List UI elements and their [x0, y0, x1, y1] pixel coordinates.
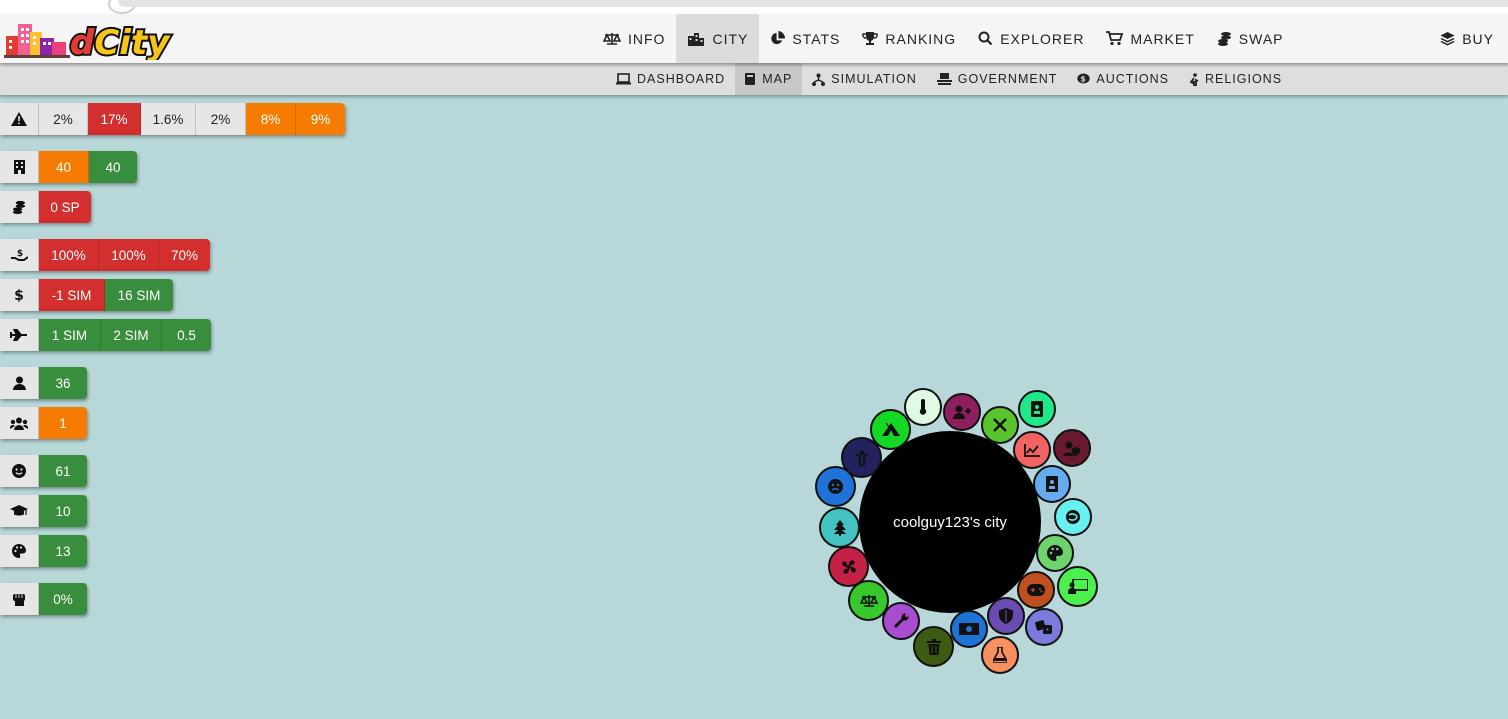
- building-id-badge[interactable]: [1018, 390, 1056, 428]
- building-campground[interactable]: [870, 409, 911, 450]
- city-icon: [688, 32, 705, 46]
- subnav-simulation[interactable]: SIMULATION: [802, 63, 926, 95]
- nav-ranking-label: RANKING: [885, 30, 957, 47]
- building-user-plus[interactable]: [943, 393, 981, 431]
- nav-swap[interactable]: SWAP: [1206, 14, 1295, 63]
- layers-icon: [1440, 32, 1455, 46]
- wrench-icon: [893, 613, 909, 629]
- building-palette[interactable]: [1036, 534, 1074, 572]
- nav-explorer[interactable]: EXPLORER: [967, 14, 1095, 63]
- id-card-icon: [1046, 476, 1058, 492]
- praying-icon: [1189, 72, 1199, 86]
- campground-icon: [881, 422, 900, 437]
- city-center[interactable]: coolguy123's city: [859, 431, 1041, 613]
- building-dice[interactable]: [1025, 608, 1063, 646]
- subnav-dashboard-label: DASHBOARD: [637, 72, 726, 86]
- city-name: coolguy123's city: [893, 513, 1007, 531]
- nav-ranking[interactable]: RANKING: [851, 14, 967, 63]
- building-user-shield[interactable]: [1053, 429, 1091, 467]
- sub-navbar: DASHBOARD MAP SIMULATION GOVERNMENT $ AU…: [0, 63, 1508, 95]
- cart-icon: [1106, 31, 1124, 46]
- chart-line-icon: [1024, 443, 1040, 457]
- hospital-icon: [1066, 510, 1080, 524]
- building-thermometer[interactable]: [904, 388, 942, 426]
- subnav-auctions-label: AUCTIONS: [1096, 72, 1169, 86]
- tools-icon: [993, 418, 1007, 432]
- flask-icon: [993, 647, 1007, 663]
- subnav-government-label: GOVERNMENT: [957, 72, 1058, 86]
- building-hospital[interactable]: [1054, 498, 1092, 536]
- balance-scale-icon: [603, 32, 621, 45]
- building-flask[interactable]: [981, 636, 1019, 674]
- podium-icon: [936, 73, 952, 85]
- nav-info-label: INFO: [628, 30, 666, 47]
- subnav-auctions[interactable]: $ AUCTIONS: [1067, 63, 1179, 95]
- network-icon: [812, 73, 826, 86]
- nav-stats[interactable]: STATS: [759, 14, 851, 63]
- fan-icon: [841, 559, 856, 574]
- money-bill-icon: [959, 623, 979, 635]
- child-icon: [854, 450, 869, 466]
- building-shield[interactable]: [987, 597, 1025, 635]
- subnav-map[interactable]: MAP: [735, 63, 803, 95]
- pie-chart-icon: [771, 31, 786, 45]
- nav-buy-label: BUY: [1462, 30, 1494, 47]
- nav-market[interactable]: MARKET: [1095, 14, 1205, 63]
- nav-info[interactable]: INFO: [592, 14, 676, 63]
- trash-icon: [926, 638, 941, 655]
- frown-icon: [828, 479, 843, 494]
- user-plus-icon: [953, 405, 971, 419]
- balance-scale-icon: [859, 594, 878, 607]
- top-navbar: dCity dCity dCity INFO CITY STATS RANKIN…: [0, 14, 1508, 63]
- building-fan[interactable]: [828, 546, 869, 587]
- building-tools[interactable]: [981, 406, 1019, 444]
- nav-explorer-label: EXPLORER: [1000, 30, 1085, 47]
- thermometer-icon: [919, 399, 927, 415]
- building-chalkboard[interactable]: [1057, 566, 1098, 607]
- building-tree[interactable]: [819, 507, 860, 548]
- chalkboard-teacher-icon: [1067, 579, 1088, 594]
- shield-icon: [999, 608, 1013, 624]
- building-gamepad[interactable]: [1017, 571, 1055, 609]
- nav-market-label: MARKET: [1130, 30, 1195, 47]
- user-shield-icon: [1063, 441, 1080, 456]
- palette-icon: [1047, 545, 1063, 561]
- tree-icon: [833, 519, 846, 536]
- subnav-government[interactable]: GOVERNMENT: [927, 63, 1068, 95]
- nav-buy[interactable]: BUY: [1440, 14, 1494, 63]
- building-trash[interactable]: [913, 626, 954, 667]
- dcity-logo[interactable]: dCity dCity dCity: [4, 18, 174, 60]
- svg-text:$: $: [1081, 74, 1088, 83]
- subnav-dashboard[interactable]: DASHBOARD: [606, 63, 735, 95]
- subnav-map-label: MAP: [762, 72, 793, 86]
- subnav-religions-label: RELIGIONS: [1204, 72, 1283, 86]
- building-chart-line[interactable]: [1013, 431, 1051, 469]
- city-map: coolguy123's city: [0, 0, 1508, 719]
- nav-swap-label: SWAP: [1238, 30, 1284, 47]
- gamepad-icon: [1027, 584, 1045, 596]
- search-icon: [978, 31, 993, 46]
- building-money[interactable]: [950, 610, 988, 648]
- comment-dollar-icon: $: [1077, 73, 1091, 84]
- subnav-simulation-label: SIMULATION: [831, 72, 917, 86]
- dice-icon: [1035, 620, 1052, 634]
- book-icon: [745, 72, 756, 85]
- nav-stats-label: STATS: [792, 30, 841, 47]
- laptop-icon: [616, 73, 631, 85]
- building-id-card[interactable]: [1033, 465, 1071, 503]
- id-badge-icon: [1031, 401, 1043, 417]
- nav-city[interactable]: CITY: [676, 14, 760, 63]
- subnav-religions[interactable]: RELIGIONS: [1179, 63, 1292, 95]
- trophy-icon: [862, 32, 879, 45]
- nav-city-label: CITY: [712, 30, 749, 47]
- coins-icon: [1217, 32, 1231, 46]
